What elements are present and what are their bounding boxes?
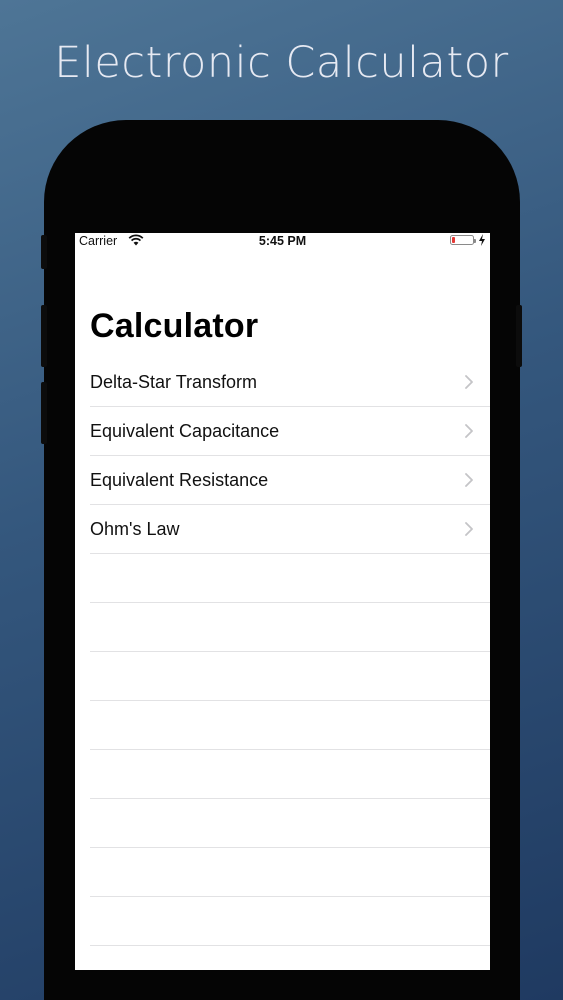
page-title: Calculator — [90, 307, 259, 345]
phone-power-button — [516, 305, 522, 367]
chevron-right-icon — [465, 424, 473, 438]
empty-row — [90, 554, 490, 603]
list-item-label: Equivalent Capacitance — [90, 421, 280, 441]
empty-row — [90, 701, 490, 750]
chevron-right-icon — [465, 522, 473, 536]
calculator-list: Delta-Star Transform Equivalent Capacita… — [75, 358, 490, 946]
list-item-ohms-law[interactable]: Ohm's Law — [90, 505, 490, 554]
chevron-right-icon — [465, 375, 473, 389]
empty-row — [90, 848, 490, 897]
empty-row — [90, 652, 490, 701]
battery-icon — [450, 235, 476, 245]
phone-volume-up-button — [41, 305, 47, 367]
empty-row — [90, 799, 490, 848]
empty-row — [90, 750, 490, 799]
app-screen: Carrier 5:45 PM Calculator Delta-Star Tr… — [75, 233, 490, 970]
status-bar: Carrier 5:45 PM — [75, 233, 490, 250]
charging-bolt-icon — [479, 234, 485, 246]
list-item-label: Ohm's Law — [90, 519, 180, 539]
chevron-right-icon — [465, 473, 473, 487]
list-item-delta-star-transform[interactable]: Delta-Star Transform — [90, 358, 490, 407]
phone-mute-switch — [41, 235, 47, 269]
list-item-label: Equivalent Resistance — [90, 470, 269, 490]
empty-row — [90, 897, 490, 946]
empty-row — [90, 603, 490, 652]
list-item-equivalent-capacitance[interactable]: Equivalent Capacitance — [90, 407, 490, 456]
status-time: 5:45 PM — [258, 234, 307, 248]
battery-level-fill — [452, 237, 455, 243]
phone-volume-down-button — [41, 382, 47, 444]
list-item-equivalent-resistance[interactable]: Equivalent Resistance — [90, 456, 490, 505]
promo-title: Electronic Calculator — [54, 38, 509, 88]
list-item-label: Delta-Star Transform — [90, 372, 258, 392]
